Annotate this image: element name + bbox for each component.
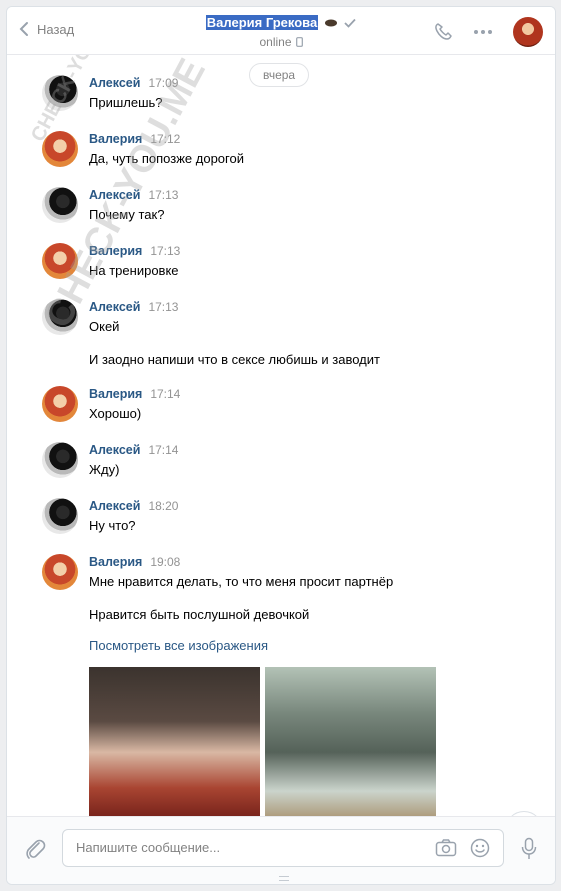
message-time: 18:20 (148, 499, 179, 513)
contact-name: Валерия Грекова (205, 15, 319, 30)
message-text: Хорошо) (89, 406, 142, 421)
smile-icon[interactable] (470, 838, 490, 858)
mobile-icon (295, 37, 303, 47)
message-text: И заодно напиши что в сексе любишь и зав… (89, 352, 380, 367)
microphone-icon[interactable] (521, 837, 537, 861)
more-icon[interactable] (473, 29, 493, 35)
chat-window: Назад Валерия Грекова online вчера Алекс… (6, 6, 556, 885)
date-divider: вчера (249, 63, 310, 87)
author-name[interactable]: Валерия (89, 555, 142, 569)
author-name[interactable]: Алексей (89, 76, 140, 90)
message-text: Да, чуть попозже дорогой (89, 151, 244, 166)
message-time: 17:13 (148, 300, 179, 314)
author-name[interactable]: Алексей (89, 443, 140, 457)
avatar[interactable] (42, 386, 78, 422)
message-composer (7, 816, 555, 884)
view-all-images-link[interactable]: Посмотреть все изображения (89, 638, 436, 653)
attached-photo[interactable] (265, 667, 436, 818)
message-time: 17:13 (148, 188, 179, 202)
resize-handle[interactable] (279, 876, 289, 881)
avatar[interactable] (42, 442, 78, 478)
avatar[interactable] (42, 554, 78, 590)
author-name[interactable]: Валерия (89, 132, 142, 146)
chat-header: Назад Валерия Грекова online (7, 7, 555, 55)
author-name[interactable]: Алексей (89, 188, 140, 202)
author-name[interactable]: Валерия (89, 244, 142, 258)
message-text: Ну что? (89, 518, 136, 533)
attached-photo[interactable] (89, 667, 260, 818)
message-text: Мне нравится делать, то что меня просит … (89, 574, 394, 589)
message-text: Пришлешь? (89, 95, 163, 110)
message-text: На тренировке (89, 263, 179, 278)
author-name[interactable]: Алексей (89, 499, 140, 513)
avatar[interactable] (42, 75, 78, 111)
message-time: 17:14 (150, 387, 181, 401)
paperclip-icon[interactable] (24, 837, 46, 861)
avatar[interactable] (42, 131, 78, 167)
verified-check-icon (344, 18, 356, 28)
message-text: Почему так? (89, 207, 165, 222)
message-text: Окей (89, 319, 120, 334)
author-name[interactable]: Алексей (89, 300, 140, 314)
emoji-icon (325, 19, 338, 26)
message-history[interactable]: вчера Алексей 17:09 Пришлешь? Валерия 17:1… (7, 55, 555, 818)
contact-avatar[interactable] (513, 17, 543, 47)
status-text: online (259, 35, 292, 49)
message-text: Нравится быть послушной девочкой (89, 607, 310, 622)
message-text: Жду) (89, 462, 120, 477)
message-time: 17:09 (148, 76, 179, 90)
camera-icon[interactable] (435, 838, 457, 858)
avatar[interactable] (42, 187, 78, 223)
message-time: 17:12 (150, 132, 181, 146)
message-time: 17:13 (150, 244, 181, 258)
avatar[interactable] (42, 299, 78, 335)
message-time: 19:08 (150, 555, 181, 569)
message-input[interactable] (76, 840, 406, 855)
author-name[interactable]: Валерия (89, 387, 142, 401)
message-time: 17:14 (148, 443, 179, 457)
avatar[interactable] (42, 498, 78, 534)
message-input-box[interactable] (62, 829, 504, 867)
avatar[interactable] (42, 243, 78, 279)
phone-icon[interactable] (433, 22, 453, 42)
